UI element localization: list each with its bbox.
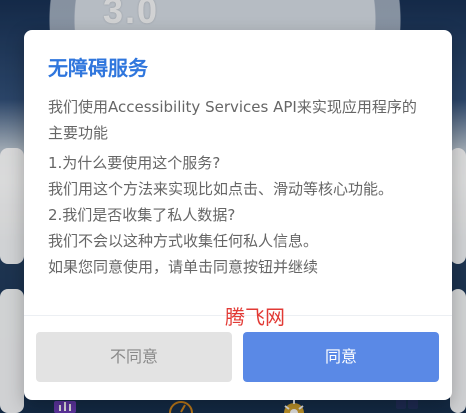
dialog-paragraph-intro: 我们使用Accessibility Services API来实现应用程序的主要… bbox=[48, 98, 417, 142]
decline-button[interactable]: 不同意 bbox=[36, 332, 232, 382]
dialog-title: 无障碍服务 bbox=[48, 56, 148, 80]
dialog-question-two: 2.我们是否收集了私人数据? bbox=[48, 206, 236, 224]
dialog-answer-two: 我们不会以这种方式收集任何私人信息。 bbox=[48, 232, 319, 250]
dialog-divider bbox=[24, 315, 452, 316]
dialog-instruction: 如果您同意使用，请单击同意按钮并继续 bbox=[48, 258, 319, 276]
accessibility-service-dialog: 无障碍服务 我们使用Accessibility Services API来实现应… bbox=[24, 30, 452, 400]
dialog-question-one: 1.为什么要使用这个服务? bbox=[48, 154, 221, 172]
agree-button[interactable]: 同意 bbox=[243, 332, 439, 382]
dialog-answer-one: 我们用这个方法来实现比如点击、滑动等核心功能。 bbox=[48, 180, 394, 198]
dialog-message: 我们使用Accessibility Services API来实现应用程序的主要… bbox=[48, 94, 428, 280]
app-background: 3.0 无障碍服务 我们使用Accessibility Services API… bbox=[0, 0, 466, 413]
